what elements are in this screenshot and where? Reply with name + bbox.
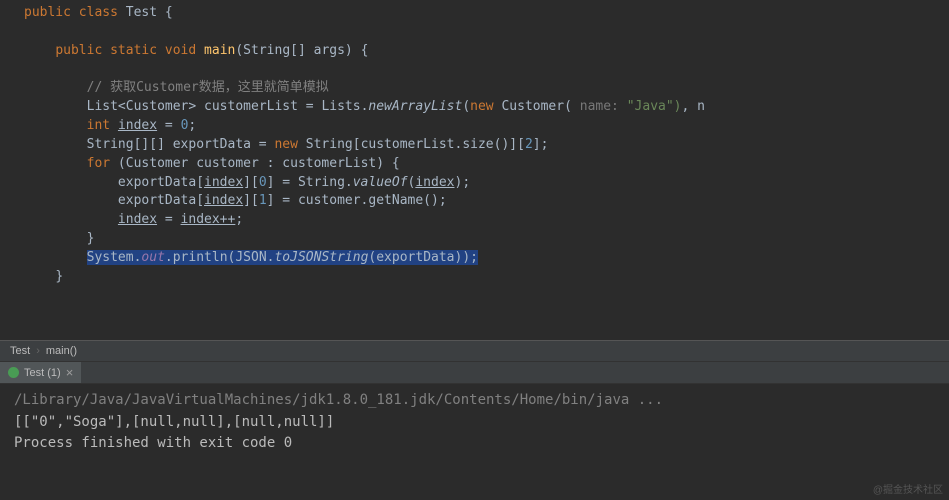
run-tab[interactable]: Test (1) × [0, 362, 81, 383]
breadcrumb-bar: Test › main() [0, 340, 949, 362]
console-line: Process finished with exit code 0 [14, 433, 935, 455]
code-line: // 获取Customer数据，这里就简单模拟 [4, 79, 949, 98]
console-line: /Library/Java/JavaVirtualMachines/jdk1.8… [14, 390, 935, 412]
watermark: @掘金技术社区 [873, 481, 943, 496]
code-line: } [4, 268, 949, 287]
code-line: public class Test { [4, 4, 949, 23]
code-line: int index = 0; [4, 117, 949, 136]
run-tab-bar: Test (1) × [0, 362, 949, 384]
code-line [4, 23, 949, 42]
code-line: public static void main(String[] args) { [4, 42, 949, 61]
code-editor[interactable]: public class Test { public static void m… [0, 0, 949, 340]
code-line: exportData[index][1] = customer.getName(… [4, 192, 949, 211]
console-output[interactable]: /Library/Java/JavaVirtualMachines/jdk1.8… [0, 384, 949, 461]
code-line: exportData[index][0] = String.valueOf(in… [4, 174, 949, 193]
breadcrumb-item[interactable]: main() [46, 345, 77, 357]
code-line: index = index++; [4, 211, 949, 230]
code-line: System.out.println(JSON.toJSONString(exp… [4, 249, 949, 268]
breadcrumb-item[interactable]: Test [10, 345, 30, 357]
chevron-right-icon: › [36, 345, 40, 357]
close-icon[interactable]: × [66, 365, 74, 380]
code-line [4, 61, 949, 80]
run-tab-label: Test (1) [24, 367, 61, 379]
run-status-icon [8, 367, 19, 378]
code-line: for (Customer customer : customerList) { [4, 155, 949, 174]
code-line: String[][] exportData = new String[custo… [4, 136, 949, 155]
code-line: List<Customer> customerList = Lists.newA… [4, 98, 949, 117]
code-line: } [4, 230, 949, 249]
console-line: [["0","Soga"],[null,null],[null,null]] [14, 412, 935, 434]
